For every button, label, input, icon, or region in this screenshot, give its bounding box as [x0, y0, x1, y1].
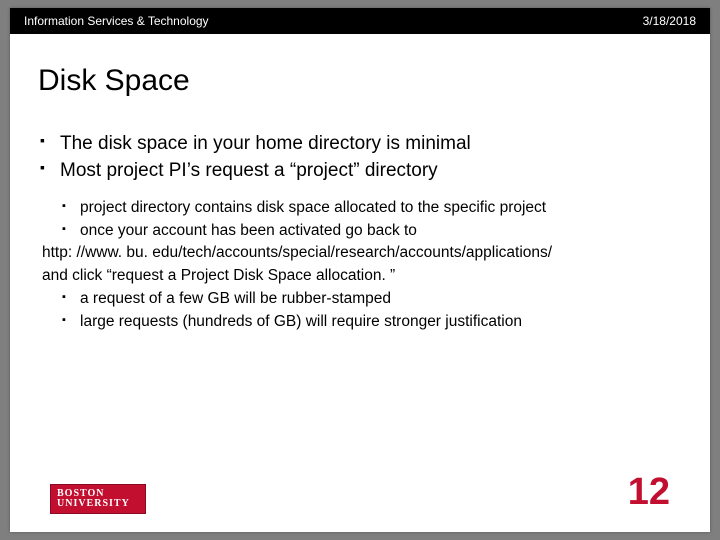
main-list: The disk space in your home directory is… [38, 132, 682, 184]
sub-4: large requests (hundreds of GB) will req… [62, 312, 682, 333]
sub-list: project directory contains disk space al… [42, 198, 682, 334]
bullet-2: Most project PI’s request a “project” di… [38, 159, 682, 183]
bullet-1: The disk space in your home directory is… [38, 132, 682, 156]
sub-posturl: and click “request a Project Disk Space … [42, 266, 682, 287]
header-org: Information Services & Technology [24, 14, 209, 28]
sub-url: http: //www. bu. edu/tech/accounts/speci… [42, 243, 682, 264]
slide: Information Services & Technology 3/18/2… [10, 8, 710, 532]
header-bar: Information Services & Technology 3/18/2… [10, 8, 710, 34]
footer: BOSTON UNIVERSITY 12 [10, 471, 710, 514]
page-number: 12 [628, 471, 670, 514]
content-area: The disk space in your home directory is… [10, 104, 710, 333]
sub-1: project directory contains disk space al… [62, 198, 682, 219]
logo-boston-university: BOSTON UNIVERSITY [50, 484, 146, 514]
page-title: Disk Space [10, 34, 710, 104]
logo-line2: UNIVERSITY [57, 499, 145, 510]
header-date: 3/18/2018 [643, 14, 696, 28]
sub-3: a request of a few GB will be rubber-sta… [62, 289, 682, 310]
sub-2: once your account has been activated go … [62, 221, 682, 242]
